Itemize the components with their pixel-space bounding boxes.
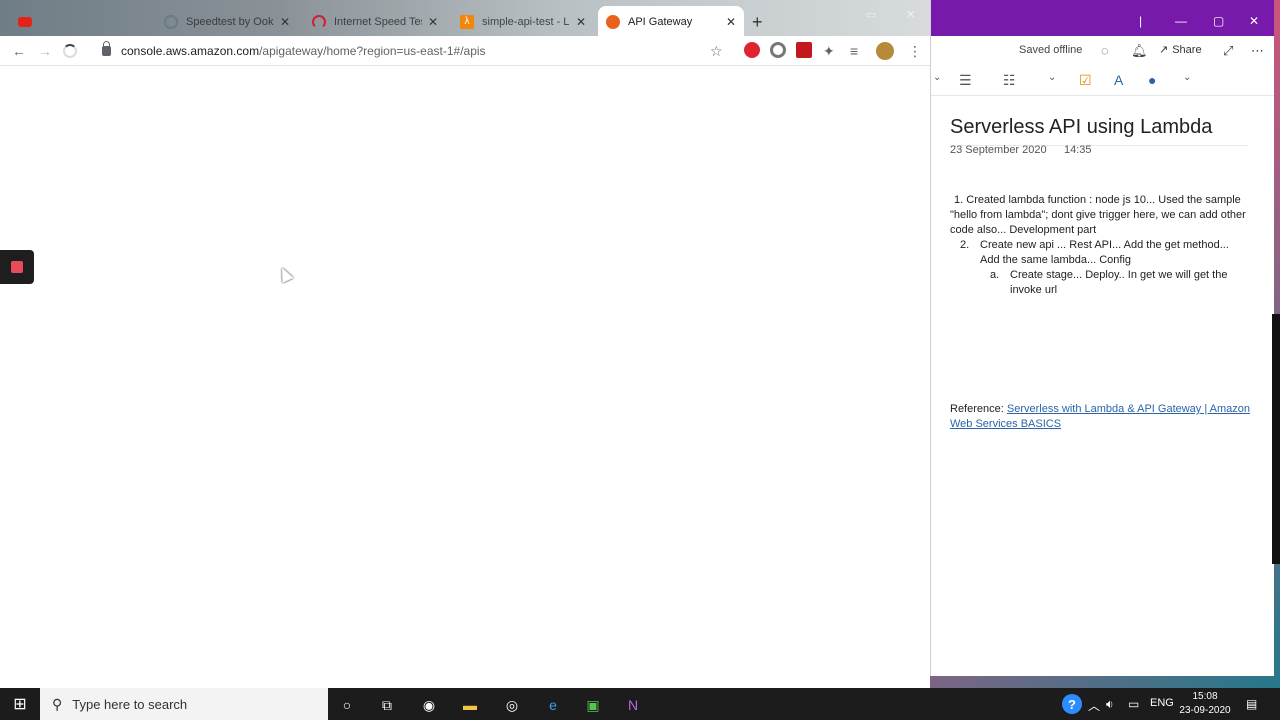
tab-youtube[interactable]	[10, 6, 156, 38]
cortana-icon[interactable]: ○	[337, 695, 357, 715]
stop-recording-button[interactable]	[0, 250, 34, 284]
reference-line: Reference: Serverless with Lambda & API …	[950, 403, 1251, 430]
app-icon[interactable]: ◎	[502, 695, 522, 715]
forward-icon[interactable]: →	[38, 43, 52, 59]
extension-record-icon[interactable]	[770, 42, 786, 58]
lock-icon	[102, 41, 111, 56]
stop-icon	[11, 261, 23, 273]
tab-internet-speed[interactable]: Internet Speed Test | ✕	[304, 6, 450, 38]
taskbar-search-input[interactable]: ⚲ Type here to search	[40, 688, 328, 720]
close-icon[interactable]: ✕	[428, 15, 438, 29]
youtube-icon	[18, 17, 32, 27]
tab-api-gateway[interactable]: API Gateway ✕	[598, 6, 744, 38]
page-title[interactable]: Serverless API using Lambda	[950, 116, 1212, 139]
note-page: Serverless API using Lambda 23 September…	[931, 98, 1274, 676]
list-item: 2. Create new api ... Rest API... Add the…	[960, 239, 1229, 266]
media-controls-icon[interactable]: ≡	[850, 43, 858, 59]
file-explorer-icon[interactable]: ▬	[460, 695, 480, 715]
close-icon[interactable]: ✕	[726, 15, 736, 29]
volume-icon[interactable]: 🔉︎	[1106, 697, 1114, 712]
url-text: console.aws.amazon.com/apigateway/home?r…	[121, 44, 486, 58]
gauge-icon	[312, 15, 326, 29]
browser-toolbar: ← → console.aws.amazon.com/apigateway/ho…	[0, 36, 930, 66]
page-time: 14:35	[1064, 144, 1092, 156]
chrome-icon[interactable]: ◉	[419, 695, 439, 715]
menu-kebab-icon[interactable]: ⋮	[908, 43, 922, 60]
notifications-icon[interactable]: ▤	[1246, 697, 1257, 711]
speedometer-icon	[164, 15, 178, 29]
star-icon[interactable]: ☆	[710, 43, 723, 60]
help-icon[interactable]: ?	[1062, 694, 1082, 714]
list-item: 1. Created lambda function : node js 10.…	[950, 194, 1246, 236]
tab-speedtest[interactable]: Speedtest by Ookla ✕	[156, 6, 302, 38]
app-green-icon[interactable]: ▣	[583, 695, 603, 715]
bell-icon[interactable]: 🔔︎	[1131, 43, 1148, 59]
close-window-icon[interactable]: ✕	[906, 8, 915, 21]
list-item: a. Create stage... Deploy.. In get we wil…	[990, 269, 1228, 296]
maximize-icon[interactable]: ▢	[1213, 14, 1224, 28]
close-icon[interactable]: ✕	[280, 15, 290, 29]
lambda-icon: λ	[460, 15, 474, 29]
windows-start-icon[interactable]: ⊞	[0, 688, 40, 720]
task-view-icon[interactable]: ⧉	[377, 695, 397, 715]
loading-spinner-icon[interactable]	[63, 44, 77, 58]
close-icon[interactable]: ✕	[576, 15, 586, 29]
onenote-icon[interactable]: N	[623, 695, 643, 715]
language-indicator[interactable]: ENG	[1150, 697, 1174, 709]
avatar[interactable]	[876, 42, 894, 60]
titlebar-separator-icon: |	[1139, 14, 1143, 28]
edge-icon[interactable]: e	[543, 695, 563, 715]
more-options-icon[interactable]: ⋯	[1251, 43, 1264, 59]
spelling-icon[interactable]: A	[1114, 72, 1123, 88]
chevron-down-icon[interactable]: ⌄	[1048, 72, 1056, 83]
share-icon: ↗	[1159, 44, 1169, 56]
new-tab-button[interactable]: +	[752, 12, 763, 33]
battery-icon[interactable]: ▭	[1128, 697, 1139, 711]
chevron-down-icon[interactable]: ⌄	[933, 72, 941, 83]
todo-tag-icon[interactable]: ☑	[1079, 72, 1092, 89]
chevron-up-icon[interactable]: ︿	[1088, 697, 1100, 714]
extensions-puzzle-icon[interactable]: ✦	[823, 43, 835, 60]
aws-icon	[606, 15, 620, 29]
scrollbar[interactable]	[1272, 314, 1280, 564]
extension-np-icon[interactable]	[796, 42, 812, 58]
search-icon: ⚲	[52, 695, 63, 712]
onenote-command-bar: Saved offline ◌ 🔔︎ ↗ Share ⤢ ⋯	[931, 36, 1274, 66]
minimize-icon[interactable]: ▭	[866, 8, 876, 21]
back-icon[interactable]: ←	[12, 43, 26, 59]
bullet-list-icon[interactable]: ☰	[959, 72, 972, 89]
address-bar[interactable]: console.aws.amazon.com/apigateway/home?r…	[92, 39, 732, 63]
close-icon[interactable]: ✕	[1249, 14, 1259, 28]
chevron-down-icon[interactable]: ⌄	[1183, 72, 1191, 83]
clock[interactable]: 15:08 23-09-2020	[1176, 690, 1234, 718]
expand-icon[interactable]: ⤢	[1223, 43, 1233, 59]
saved-status: Saved offline	[1019, 44, 1083, 56]
page-date: 23 September 2020	[950, 144, 1047, 156]
onenote-ribbon: ⌄ ☰ ☷ ⌄ ☑ A ● ⌄	[931, 66, 1274, 96]
note-body[interactable]: 1. Created lambda function : node js 10.…	[950, 193, 1250, 298]
tab-strip: Speedtest by Ookla ✕ Internet Speed Test…	[0, 0, 930, 40]
minimize-icon[interactable]: —	[1175, 14, 1187, 28]
share-button[interactable]: ↗ Share	[1159, 43, 1202, 57]
onenote-window: | — ▢ ✕ Saved offline ◌ 🔔︎ ↗ Share ⤢ ⋯ ⌄…	[930, 0, 1274, 676]
tab-lambda[interactable]: λ simple-api-test - Lam ✕	[452, 6, 598, 38]
lightbulb-icon[interactable]: ◌	[1101, 43, 1109, 58]
browser-window: Speedtest by Ookla ✕ Internet Speed Test…	[0, 0, 930, 694]
mouse-cursor-icon	[276, 265, 294, 283]
extension-adblock-icon[interactable]	[744, 42, 760, 58]
dictate-microphone-icon[interactable]: ●	[1148, 72, 1156, 88]
numbered-list-icon[interactable]: ☷	[1003, 72, 1016, 89]
page-content	[0, 66, 930, 694]
